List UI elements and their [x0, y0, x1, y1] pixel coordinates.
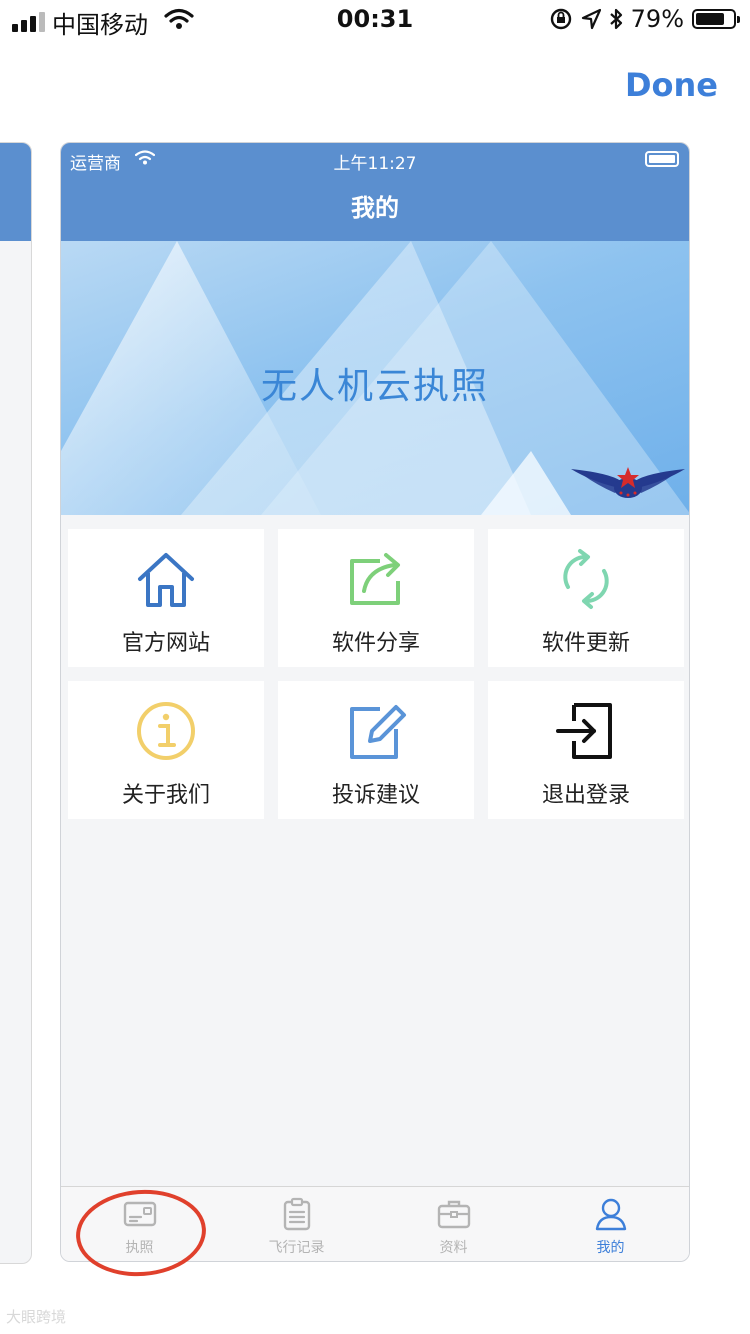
edit-icon: [350, 705, 406, 759]
check-update-button[interactable]: 软件更新: [488, 529, 684, 667]
share-app-button[interactable]: 软件分享: [278, 529, 474, 667]
briefcase-icon: [437, 1200, 470, 1229]
profile-banner: 无人机云执照: [61, 241, 689, 515]
status-right-group: 79%: [549, 5, 740, 33]
banner-title: 无人机云执照: [260, 366, 489, 407]
rotation-lock-icon: [550, 8, 571, 30]
tab-flight-records[interactable]: 飞行记录: [218, 1187, 375, 1261]
refresh-icon: [563, 549, 609, 609]
battery-icon: [692, 9, 740, 29]
app-battery-icon: [645, 151, 679, 167]
bluetooth-icon: [609, 8, 622, 30]
tab-label: 飞行记录: [268, 1240, 325, 1256]
about-us-button[interactable]: 关于我们: [68, 681, 264, 819]
app-status-bar: 运营商 上午11:27: [61, 143, 689, 175]
aviation-wings-logo: [571, 467, 685, 498]
house-icon: [138, 553, 194, 607]
location-arrow-icon: [581, 8, 601, 30]
tile-label: 官方网站: [121, 631, 210, 656]
page-title: 我的: [61, 175, 689, 241]
tile-label: 软件更新: [541, 631, 630, 656]
app-preview-card[interactable]: 运营商 上午11:27 我的 无人机云执照 官方网站 软件分享 软件更新 关于我…: [60, 142, 690, 1262]
menu-grid: 官方网站 软件分享 软件更新 关于我们 投诉建议 退出登录: [68, 529, 684, 819]
tile-label: 投诉建议: [331, 783, 420, 808]
feedback-button[interactable]: 投诉建议: [278, 681, 474, 819]
person-icon: [595, 1198, 626, 1231]
tile-label: 关于我们: [121, 783, 210, 808]
clipboard-icon: [283, 1197, 310, 1231]
previous-app-card[interactable]: [0, 142, 32, 1264]
logout-icon: [556, 703, 612, 759]
done-button[interactable]: Done: [625, 66, 718, 104]
info-icon: [137, 702, 195, 760]
share-icon: [350, 553, 400, 605]
tab-mine[interactable]: 我的: [532, 1187, 689, 1261]
tab-documents[interactable]: 资料: [375, 1187, 532, 1261]
watermark: 大眼跨境: [6, 1308, 67, 1326]
app-clock: 上午11:27: [333, 154, 417, 174]
system-status-bar: 中国移动 00:31 79%: [0, 0, 750, 40]
tab-label: 资料: [439, 1240, 468, 1256]
tab-label: 我的: [596, 1240, 625, 1256]
logout-button[interactable]: 退出登录: [488, 681, 684, 819]
tile-label: 退出登录: [541, 783, 630, 808]
battery-percentage: 79%: [630, 5, 684, 33]
official-website-button[interactable]: 官方网站: [68, 529, 264, 667]
tile-label: 软件分享: [331, 631, 420, 656]
